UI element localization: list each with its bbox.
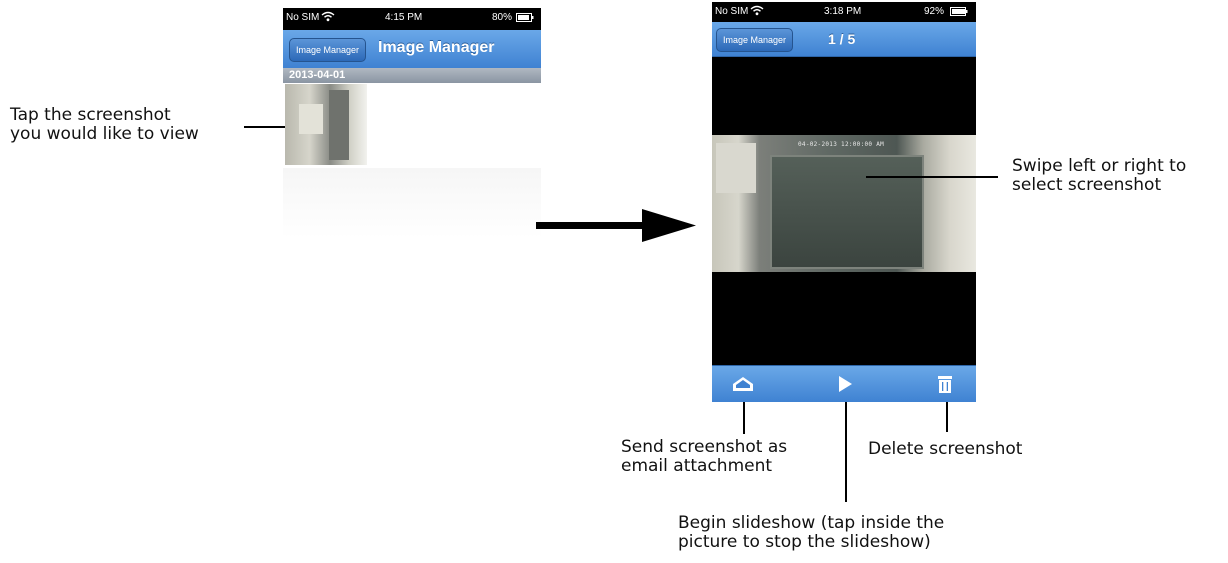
- nav-bar: Image Manager Image Manager: [283, 30, 541, 69]
- status-bar: No SIM 3:18 PM 92%: [712, 2, 976, 24]
- image-manager-back-button[interactable]: Image Manager: [716, 28, 794, 52]
- battery-icon: [950, 7, 968, 19]
- thumbnail-doorframe: [329, 90, 349, 160]
- battery-percent: 80%: [492, 12, 513, 23]
- nav-bar: Image Manager 1 / 5: [712, 22, 976, 57]
- page-title: Image Manager: [378, 39, 495, 56]
- photo-wall-detail: [716, 143, 756, 193]
- delete-button[interactable]: [930, 372, 960, 396]
- tap-screenshot-annotation: Tap the screenshot you would like to vie…: [10, 105, 199, 144]
- bottom-toolbar: [712, 365, 976, 402]
- carrier-text: No SIM: [715, 6, 749, 17]
- slideshow-play-button[interactable]: [830, 372, 860, 396]
- thumbnail-detail: [299, 104, 323, 134]
- date-section-header: 2013-04-01: [283, 68, 541, 83]
- image-manager-back-button[interactable]: Image Manager: [289, 38, 367, 62]
- slideshow-annotation-leader-line: [845, 402, 847, 502]
- delete-annotation-leader-line: [946, 402, 948, 432]
- transition-arrow-icon: [536, 209, 696, 242]
- screenshot-photo[interactable]: 04-02-2013 12:00:00 AM: [712, 135, 976, 272]
- play-icon: [839, 376, 852, 392]
- email-button[interactable]: [728, 372, 758, 396]
- status-bar: No SIM 4:15 PM 80%: [283, 8, 541, 30]
- photo-timestamp: 04-02-2013 12:00:00 AM: [798, 141, 885, 148]
- image-counter: 1 / 5: [828, 31, 856, 47]
- swipe-annotation-leader-line: [866, 176, 998, 178]
- slideshow-annotation: Begin slideshow (tap inside the picture …: [678, 513, 945, 552]
- image-list-screen: No SIM 4:15 PM 80% Image Manager Image M…: [283, 8, 541, 238]
- trash-icon: [938, 376, 952, 393]
- list-empty-area: [283, 168, 541, 238]
- swipe-annotation: Swipe left or right to select screenshot: [1012, 156, 1187, 195]
- wifi-icon: [321, 11, 335, 25]
- photo-door: [770, 155, 924, 269]
- carrier-text: No SIM: [286, 12, 320, 23]
- image-viewer-screen: No SIM 3:18 PM 92% Image Manager 1 / 5 0…: [712, 2, 976, 402]
- status-time: 3:18 PM: [824, 6, 862, 17]
- email-annotation-leader-line: [743, 402, 745, 434]
- envelope-icon: [733, 377, 753, 391]
- status-time: 4:15 PM: [385, 12, 423, 23]
- screenshot-thumbnail[interactable]: [285, 84, 367, 165]
- battery-icon: [516, 13, 534, 25]
- send-email-annotation: Send screenshot as email attachment: [621, 437, 788, 476]
- delete-annotation: Delete screenshot: [868, 439, 1023, 459]
- wifi-icon: [750, 5, 764, 19]
- battery-percent: 92%: [924, 6, 945, 17]
